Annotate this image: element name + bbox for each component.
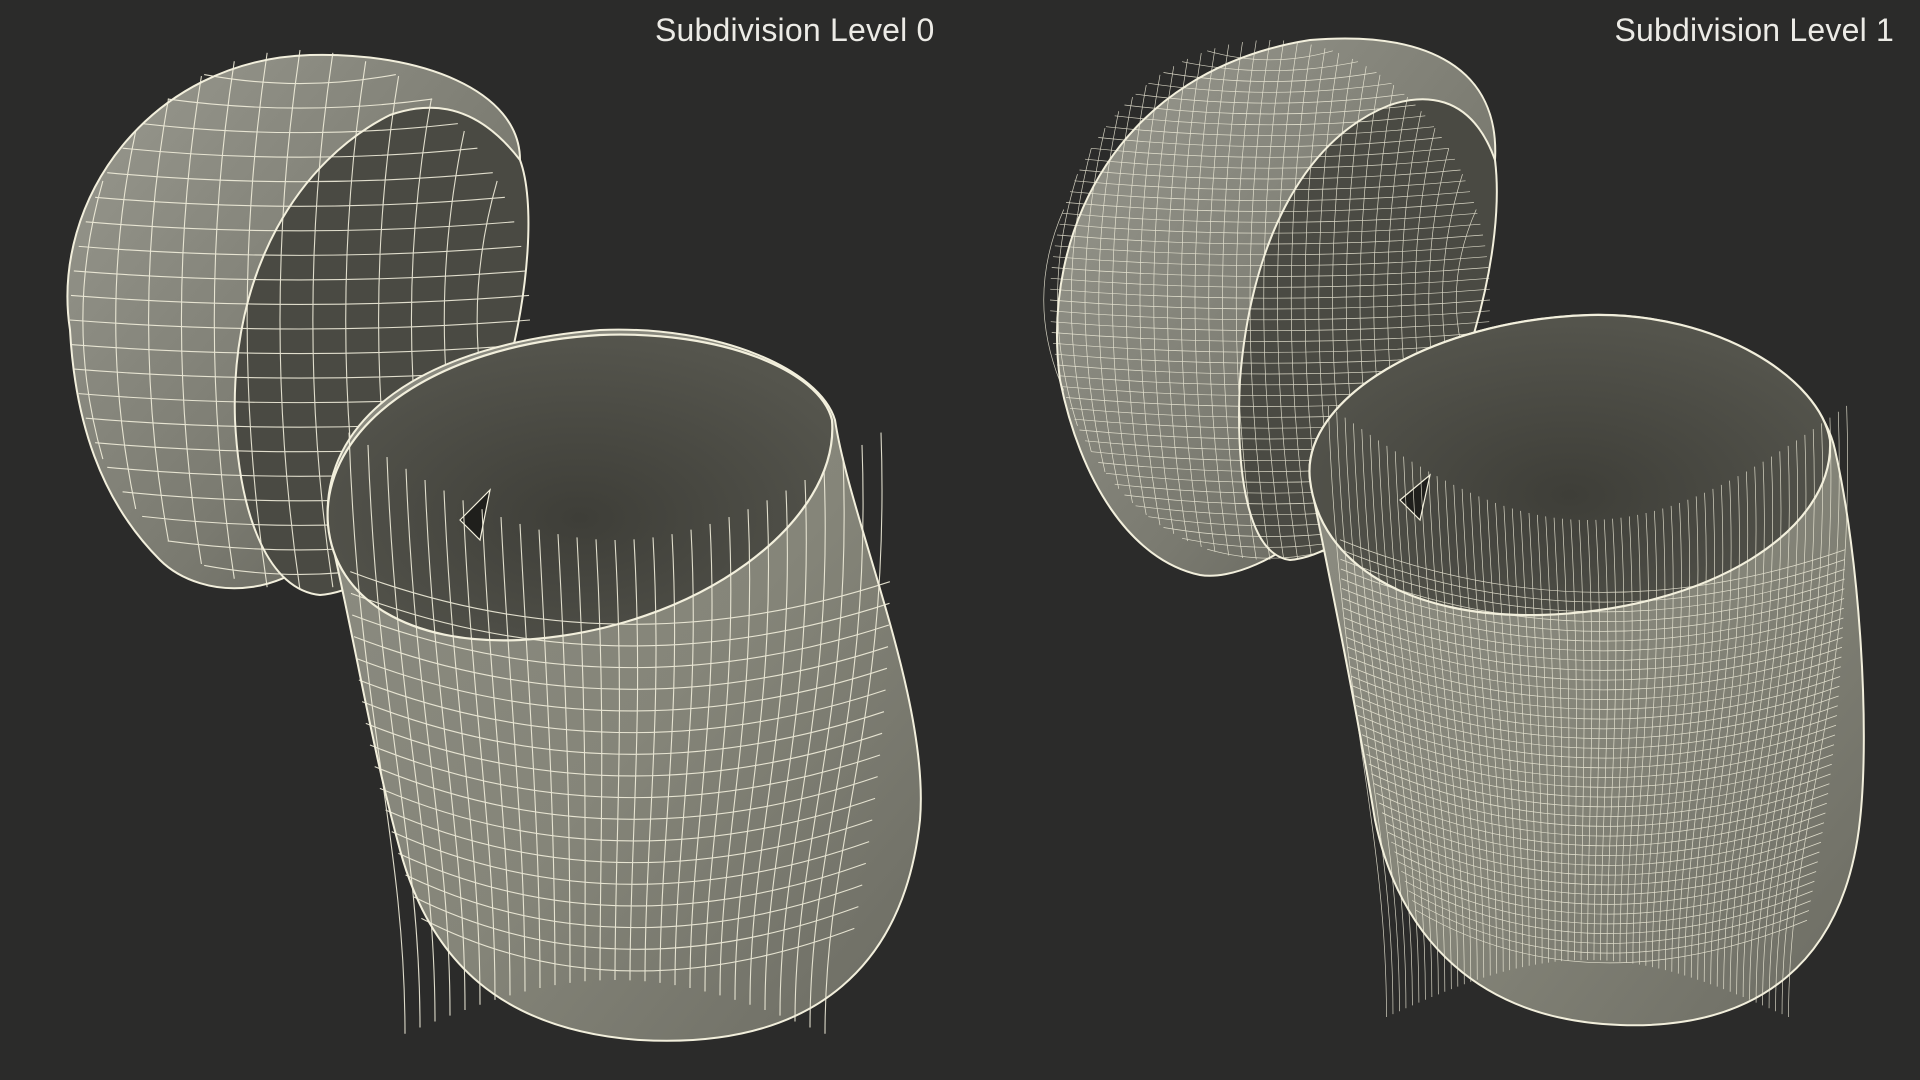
viewport: Subdivision Level 0 Subdivision Level 1: [0, 0, 1920, 1080]
cup-level-0: [326, 328, 922, 1042]
object-level-1: [1043, 37, 1865, 1027]
cup-level-1: [1308, 313, 1865, 1027]
object-level-0: [66, 49, 922, 1042]
wireframe-render: [66, 37, 1865, 1042]
